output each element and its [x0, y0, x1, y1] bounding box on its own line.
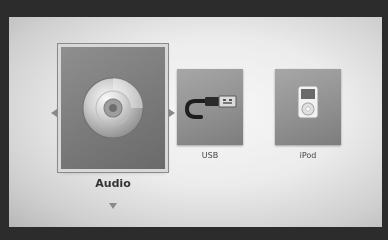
- arrow-right-icon[interactable]: [168, 103, 176, 117]
- menu-item-audio-label: Audio: [95, 177, 131, 190]
- arrow-down-icon[interactable]: [108, 195, 118, 209]
- media-menu-screen: Audio USB iPod: [9, 17, 382, 227]
- arrow-left-icon[interactable]: [50, 103, 58, 117]
- menu-item-ipod-label: iPod: [299, 151, 317, 160]
- menu-item-usb[interactable]: [177, 69, 243, 145]
- disc-icon: [82, 77, 144, 139]
- menu-item-audio[interactable]: [61, 47, 165, 169]
- arrow-up-icon[interactable]: [108, 36, 118, 50]
- usb-cable-icon: [184, 95, 237, 119]
- menu-item-ipod[interactable]: [275, 69, 341, 145]
- ipod-icon: [297, 85, 319, 119]
- menu-item-usb-label: USB: [201, 151, 219, 160]
